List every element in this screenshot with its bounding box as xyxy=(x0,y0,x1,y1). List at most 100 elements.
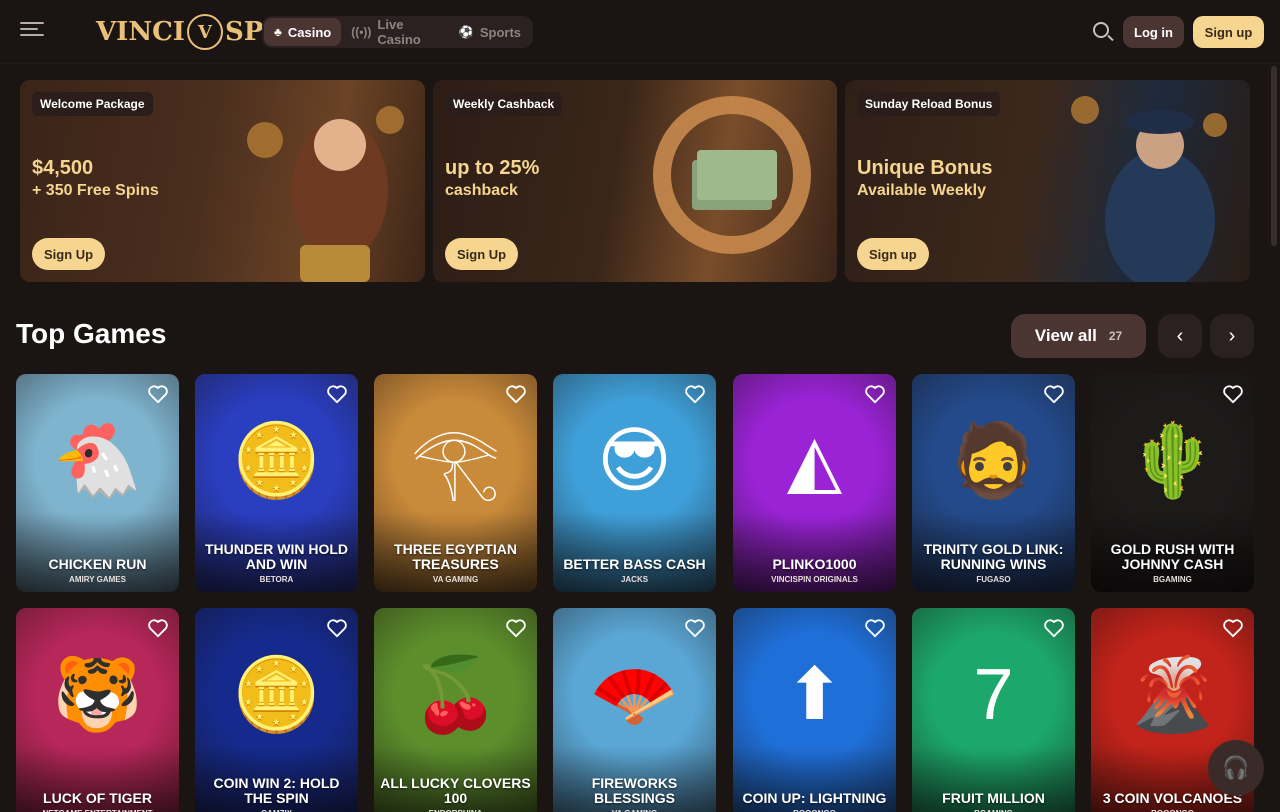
game-tile[interactable]: 𓂀 Three Egyptian Treasures VA Gaming xyxy=(374,374,537,592)
game-title: Coin Up: Lightning xyxy=(742,790,887,806)
tab-live-casino-label: Live Casino xyxy=(377,17,421,47)
game-title: Chicken Run xyxy=(48,556,147,572)
cards-icon: ♣ xyxy=(274,25,282,39)
ball-icon: ⚽ xyxy=(458,25,474,39)
game-artwork: 🪙 xyxy=(231,421,322,502)
tab-sports[interactable]: ⚽ Sports xyxy=(449,18,531,46)
game-title: Thunder Win Hold and Win xyxy=(204,541,349,572)
hamburger-menu-icon[interactable] xyxy=(20,22,44,42)
game-title: Better Bass Cash xyxy=(563,556,706,572)
chevron-left-icon: ‹ xyxy=(1176,324,1184,347)
game-provider: Fugaso xyxy=(976,575,1011,584)
game-artwork: 🌋 xyxy=(1127,655,1218,736)
carousel-prev-button[interactable]: ‹ xyxy=(1158,314,1202,358)
game-tile[interactable]: 🪙 Thunder Win Hold and Win Betora xyxy=(195,374,358,592)
game-artwork: 🌵 xyxy=(1127,421,1218,502)
heart-icon[interactable] xyxy=(505,618,527,638)
promo-tag: Weekly Cashback xyxy=(445,92,563,116)
promo-card-reload[interactable]: Sunday Reload Bonus Unique Bonus Availab… xyxy=(845,80,1250,282)
game-artwork: ⬆ xyxy=(784,655,845,736)
promo-reload-illustration xyxy=(1071,96,1227,282)
game-tile[interactable]: 🍒All Lucky Clovers 100Endorphina xyxy=(374,608,537,812)
promo-headline: Unique Bonus xyxy=(857,157,993,179)
game-artwork: 🐯 xyxy=(52,655,143,736)
game-provider: Jacks xyxy=(620,575,649,584)
game-title: Coin Win 2: Hold the Spin xyxy=(213,775,340,806)
heart-icon[interactable] xyxy=(864,384,886,404)
view-all-count: 27 xyxy=(1108,329,1123,343)
game-tile[interactable]: ⬆Coin Up: LightningBooongo xyxy=(733,608,896,812)
game-provider: BGaming xyxy=(1153,575,1192,584)
promo-headline: $4,500 xyxy=(32,157,94,179)
heart-icon[interactable] xyxy=(326,384,348,404)
promo-card-cashback[interactable]: Weekly Cashback up to 25% cashback Sign … xyxy=(433,80,837,282)
game-tile[interactable]: 😎 Better Bass Cash Jacks xyxy=(553,374,716,592)
game-artwork: 😎 xyxy=(596,421,673,502)
promo-tag: Welcome Package xyxy=(32,92,153,116)
game-provider: VA Gaming xyxy=(432,575,479,584)
heart-icon[interactable] xyxy=(1222,384,1244,404)
game-title: Fireworks Blessings xyxy=(591,775,678,806)
promo-subtitle: cashback xyxy=(445,182,518,199)
game-title: Luck of Tiger xyxy=(43,790,152,806)
heart-icon[interactable] xyxy=(326,618,348,638)
game-tile[interactable]: 🧔 Trinity Gold Link: Running Wins Fugaso xyxy=(912,374,1075,592)
game-provider: Amiry Games xyxy=(69,575,126,584)
game-title: Fruit Million xyxy=(942,790,1045,806)
chevron-right-icon: › xyxy=(1228,324,1236,347)
heart-icon[interactable] xyxy=(505,384,527,404)
game-artwork: 🪙 xyxy=(231,655,322,736)
tab-casino[interactable]: ♣ Casino xyxy=(264,18,342,46)
game-artwork: 🪭 xyxy=(589,655,680,736)
heart-icon[interactable] xyxy=(684,618,706,638)
game-artwork: 𓂀 xyxy=(410,421,501,502)
game-artwork: 🍒 xyxy=(410,655,501,736)
heart-icon[interactable] xyxy=(684,384,706,404)
promo-signup-button[interactable]: Sign up xyxy=(857,238,929,270)
promo-welcome-illustration xyxy=(247,106,404,282)
game-tile[interactable]: ◭ Plinko1000 VinciSpin Originals xyxy=(733,374,896,592)
game-tile[interactable]: 7Fruit MillionBGaming xyxy=(912,608,1075,812)
heart-icon[interactable] xyxy=(1043,618,1065,638)
game-artwork: 7 xyxy=(973,655,1014,736)
view-all-button[interactable]: View all 27 xyxy=(1011,314,1146,358)
promo-signup-button[interactable]: Sign Up xyxy=(445,238,519,270)
section-tabs: ♣ Casino ((•)) Live Casino ⚽ Sports xyxy=(262,16,533,48)
broadcast-icon: ((•)) xyxy=(351,25,372,39)
game-artwork: ◭ xyxy=(786,421,843,502)
game-title: Three Egyptian Treasures xyxy=(394,541,517,572)
promo-cashback-illustration xyxy=(653,96,811,254)
promo-card-welcome[interactable]: Welcome Package $4,500 + 350 Free Spins … xyxy=(20,80,425,282)
game-tile[interactable]: 🪙Coin Win 2: Hold the SpinGamzix xyxy=(195,608,358,812)
game-artwork: 🐔 xyxy=(52,421,143,502)
game-title: All Lucky Clovers 100 xyxy=(380,775,531,806)
heart-icon[interactable] xyxy=(147,618,169,638)
heart-icon[interactable] xyxy=(864,618,886,638)
section-title: Top Games xyxy=(16,318,167,349)
game-provider: VinciSpin Originals xyxy=(771,575,858,584)
tab-live-casino[interactable]: ((•)) Live Casino xyxy=(341,17,449,47)
game-tile[interactable]: 🐯Luck of TigerNetgame Entertainment xyxy=(16,608,179,812)
page-scrollbar[interactable] xyxy=(1271,66,1277,246)
carousel-next-button[interactable]: › xyxy=(1210,314,1254,358)
tab-sports-label: Sports xyxy=(479,24,521,40)
game-artwork: 🧔 xyxy=(948,421,1039,502)
headset-icon: 🎧 xyxy=(1222,755,1250,780)
game-title: Trinity Gold Link: Running Wins xyxy=(923,541,1064,572)
heart-icon[interactable] xyxy=(1043,384,1065,404)
promo-subtitle: Available Weekly xyxy=(857,182,986,199)
game-tile[interactable]: 🌵 Gold Rush with Johnny Cash BGaming xyxy=(1091,374,1254,592)
game-tile[interactable]: 🪭Fireworks BlessingsVA Gaming xyxy=(553,608,716,812)
heart-icon[interactable] xyxy=(1222,618,1244,638)
game-tile[interactable]: 🐔 Chicken Run Amiry Games xyxy=(16,374,179,592)
search-icon[interactable] xyxy=(1091,20,1115,44)
view-all-label: View all xyxy=(1034,326,1097,345)
heart-icon[interactable] xyxy=(147,384,169,404)
promo-signup-button[interactable]: Sign Up xyxy=(32,238,106,270)
game-provider: Betora xyxy=(259,575,294,584)
top-header: VINCI V SPIN ♣ Casino ((•)) Live Casino … xyxy=(0,0,1280,64)
login-button[interactable]: Log in xyxy=(1123,16,1184,48)
support-chat-button[interactable]: 🎧 xyxy=(1208,740,1264,796)
promo-subtitle: + 350 Free Spins xyxy=(32,182,159,199)
signup-button[interactable]: Sign up xyxy=(1193,16,1264,48)
